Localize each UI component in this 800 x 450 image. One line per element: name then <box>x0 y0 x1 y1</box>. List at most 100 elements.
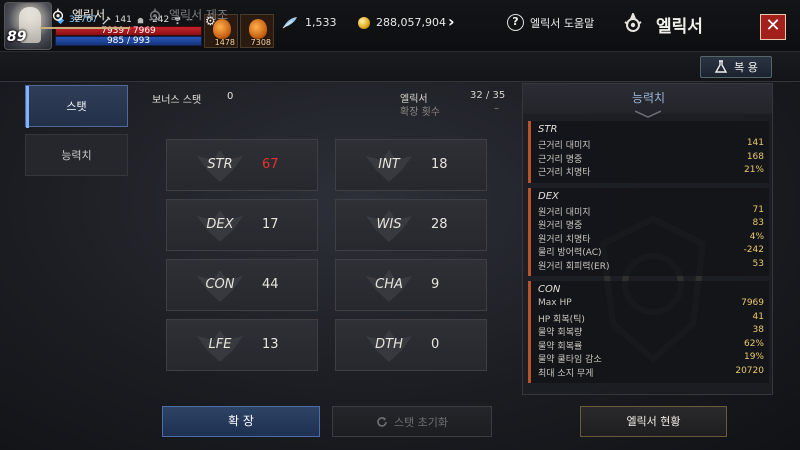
stat-card-con: CON 44 <box>166 259 318 311</box>
close-icon: ✕ <box>765 15 781 36</box>
stat-card-int: INT 18 <box>335 139 487 191</box>
page-title: 엘릭서 <box>656 17 703 37</box>
stat-value: 44 <box>262 277 279 292</box>
stat-card-dth: DTH 0 <box>335 319 487 371</box>
tab-elixir-label: 엘릭서 <box>72 8 106 22</box>
ability-row: 근거리 명중 168 <box>538 152 764 165</box>
ability-row: 근거리 대미지 141 <box>538 138 764 151</box>
help-icon: ? <box>507 14 524 31</box>
side-tab-ability[interactable]: 능력치 <box>25 134 128 176</box>
ability-row: 원거리 명중 83 <box>538 218 764 231</box>
elixir-count-value: 32 / 35 <box>470 90 506 101</box>
elixir-help-button[interactable]: ? 엘릭서 도움말 <box>507 14 594 31</box>
ability-group-title: CON <box>538 284 561 295</box>
ability-value: 71 <box>752 204 764 215</box>
elixir-emblem-icon <box>52 7 64 21</box>
ability-value: 53 <box>752 258 764 269</box>
ability-label: 원거리 대미지 <box>538 207 591 218</box>
chevron-right-icon[interactable]: › <box>448 12 455 31</box>
expand-button[interactable]: 확 장 <box>162 406 320 437</box>
bonus-stat-label: 보너스 스탯 <box>152 95 202 106</box>
tab-elixir[interactable]: 엘릭서 <box>50 0 130 29</box>
stat-value: 28 <box>431 217 448 232</box>
stat-card-str: STR 67 <box>166 139 318 191</box>
ability-panel: 능력치 STR 근거리 대미지 141 근거리 명중 168 근거리 치명타 21% DEX 원… <box>522 83 773 395</box>
stat-card-dex: DEX 17 <box>166 199 318 251</box>
ability-value: 62% <box>743 338 764 349</box>
consume-button[interactable]: 복 용 <box>700 56 772 78</box>
stat-name: LFE <box>208 337 232 352</box>
feather-amount: 1,533 <box>305 16 337 29</box>
ability-group-title: STR <box>538 124 558 135</box>
elixir-craft-icon <box>149 7 161 21</box>
flask-icon <box>714 60 728 73</box>
stat-name: STR <box>207 157 233 172</box>
ability-label: 물약 회복량 <box>538 328 583 338</box>
elixir-emblem-icon <box>624 13 642 32</box>
side-tab-stat[interactable]: 스탯 <box>25 85 128 128</box>
ability-value: -242 <box>743 245 764 255</box>
stat-name: CON <box>205 277 235 292</box>
close-button[interactable]: ✕ <box>760 14 786 40</box>
potion-icon <box>249 19 267 39</box>
refresh-icon <box>377 416 387 427</box>
ability-label: Max HP <box>538 298 572 308</box>
bonus-stat-value: 0 <box>227 91 234 102</box>
elixir-help-label: 엘릭서 도움말 <box>530 16 595 30</box>
side-tab-list: 스탯 능력치 <box>25 85 128 395</box>
stat-value: 13 <box>262 337 279 352</box>
ability-group-dex: DEX 원거리 대미지 71 원거리 명중 83 원거리 치명타 4% 물리 방어력(AC) -… <box>528 187 769 276</box>
elixir-status-button[interactable]: 엘릭서 현황 <box>580 406 727 437</box>
ability-row: 물리 방어력(AC) -242 <box>538 245 764 258</box>
ability-group-con: CON Max HP 7969 HP 회복(틱) 41 물약 회복량 38 물약 회복률 62%… <box>528 281 769 383</box>
ability-label: 원거리 명중 <box>538 221 583 231</box>
tab-elixir-craft[interactable]: 엘릭서 제조 <box>147 0 247 29</box>
active-side-tab-indicator <box>26 86 29 128</box>
ability-label: 근거리 대미지 <box>538 141 591 151</box>
ability-row: 최대 소지 무게 20720 <box>538 366 764 379</box>
ability-row: 원거리 대미지 71 <box>538 205 764 218</box>
ability-label: 근거리 명중 <box>538 154 583 165</box>
stat-name: CHA <box>375 277 403 292</box>
ability-row: Max HP 7969 <box>538 298 764 311</box>
ability-value: 41 <box>752 311 764 322</box>
stat-value: 0 <box>431 337 440 352</box>
ability-label: 원거리 회피력(ER) <box>538 261 610 272</box>
stat-card-wis: WIS 28 <box>335 199 487 251</box>
ornament-icon <box>635 110 661 118</box>
ability-label: 원거리 치명타 <box>538 234 591 245</box>
feather-icon <box>282 17 297 29</box>
mp-bar: 985 / 993 <box>55 36 202 46</box>
tab-bar <box>0 52 800 82</box>
quick-slot-count: 1478 <box>214 38 235 47</box>
player-level: 89 <box>7 29 27 45</box>
stat-name: DTH <box>375 337 403 352</box>
stat-reset-button[interactable]: 스탯 초기화 <box>332 406 492 437</box>
ability-value: 19% <box>743 352 764 362</box>
ability-label: 물약 쿨타임 감소 <box>538 355 602 365</box>
tab-elixir-craft-label: 엘릭서 제조 <box>169 8 229 22</box>
stat-name: WIS <box>376 217 402 232</box>
stat-card-cha: CHA 9 <box>335 259 487 311</box>
ability-label: 근거리 치명타 <box>538 168 591 178</box>
stat-card-lfe: LFE 13 <box>166 319 318 371</box>
ability-row: 물약 회복률 62% <box>538 339 764 352</box>
ability-group-str: STR 근거리 대미지 141 근거리 명중 168 근거리 치명타 21% <box>528 121 769 183</box>
mp-text: 985 / 993 <box>106 36 151 46</box>
expand-count-value: – <box>494 103 499 114</box>
ability-value: 20720 <box>735 365 764 376</box>
ability-row: 물약 쿨타임 감소 19% <box>538 352 764 365</box>
ability-row: 원거리 회피력(ER) 53 <box>538 259 764 272</box>
ability-value: 4% <box>749 231 764 242</box>
ability-group-title: DEX <box>538 190 559 202</box>
ability-label: 물리 방어력(AC) <box>538 248 602 258</box>
expand-count-label: 확장 횟수 <box>400 107 440 118</box>
ability-label: 물약 회복률 <box>538 341 583 352</box>
ability-value: 21% <box>743 165 764 175</box>
ability-value: 7969 <box>741 298 764 308</box>
ability-label: HP 회복(틱) <box>538 314 585 325</box>
gold-coin-icon <box>358 17 370 29</box>
ability-row: 물약 회복량 38 <box>538 325 764 338</box>
ability-label: 최대 소지 무게 <box>538 368 594 379</box>
ability-row: 근거리 치명타 21% <box>538 165 764 178</box>
